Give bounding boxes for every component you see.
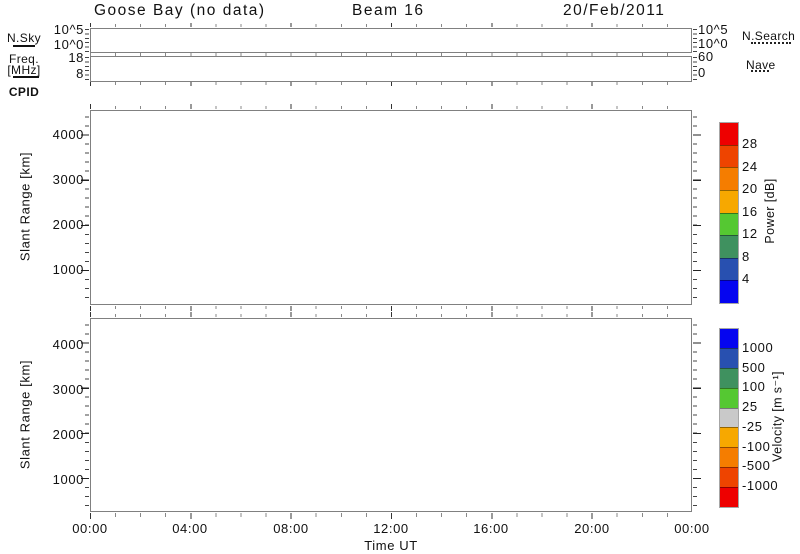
power-panel — [90, 110, 692, 305]
noise-left-tick-top: 10^5 — [53, 22, 84, 37]
velocity-colorbar-segment — [720, 367, 738, 388]
noise-right-tick-top: 10^5 — [698, 22, 729, 37]
date-label: 20/Feb/2011 — [563, 2, 666, 19]
velocity-cb-tick-25: 25 — [742, 399, 758, 414]
power-colorbar-segment — [720, 167, 738, 190]
velocity-colorbar-segment — [720, 387, 738, 408]
power-colorbar-segment — [720, 189, 738, 213]
velocity-ytick-2000: 2000 — [52, 427, 84, 442]
x-axis-title: Time UT — [364, 538, 418, 553]
xtick-0800: 08:00 — [273, 521, 309, 536]
power-y-axis-title: Slant Range [km] — [17, 151, 33, 262]
power-colorbar-title: Power [dB] — [763, 178, 777, 244]
beam-label: Beam 16 — [352, 2, 425, 19]
power-cb-tick-12: 12 — [742, 226, 758, 241]
bottom-axis-major-ticks — [90, 513, 692, 519]
noise-strip-right-ticks — [693, 29, 697, 52]
velocity-ytick-4000: 4000 — [52, 337, 84, 352]
velocity-colorbar-segment — [720, 467, 738, 488]
cpid-label: CPID — [8, 85, 40, 99]
velocity-ytick-1000: 1000 — [52, 472, 84, 487]
xtick-2400: 00:00 — [674, 521, 710, 536]
nsearch-dotted-line-key — [751, 42, 791, 44]
power-cb-tick-24: 24 — [742, 159, 758, 174]
nsearch-legend-label: N.Search — [742, 29, 796, 43]
velocity-colorbar-segment — [720, 407, 738, 428]
velocity-cb-tick-neg500: -500 — [742, 458, 771, 473]
power-ytick-1000: 1000 — [52, 262, 84, 277]
velocity-colorbar-segment — [720, 329, 738, 348]
power-panel-bottom-major-ticks — [90, 306, 692, 311]
velocity-cb-tick-100: 100 — [742, 379, 766, 394]
power-ytick-2000: 2000 — [52, 217, 84, 232]
velocity-colorbar-segment — [720, 427, 738, 448]
page-title: Goose Bay (no data) — [94, 2, 266, 19]
freq-right-tick-top: 60 — [698, 49, 714, 64]
velocity-panel — [90, 318, 692, 512]
velocity-cb-tick-neg25: -25 — [742, 419, 763, 434]
power-cb-tick-16: 16 — [742, 204, 758, 219]
velocity-cb-tick-500: 500 — [742, 360, 766, 375]
freq-strip-bottom-major-ticks — [90, 82, 692, 86]
noise-strip-top-major-ticks — [90, 23, 692, 27]
power-colorbar-segment — [720, 212, 738, 236]
freq-strip-left-ticks — [85, 57, 89, 81]
power-ytick-4000: 4000 — [52, 127, 84, 142]
superdarn-summary-plot: Goose Bay (no data) Beam 16 20/Feb/2011 … — [0, 0, 800, 554]
power-colorbar-segment — [720, 123, 738, 145]
power-colorbar-segment — [720, 280, 738, 303]
velocity-panel-top-major-ticks — [90, 312, 692, 317]
nsky-solid-line-key — [13, 45, 35, 47]
velocity-right-major-ticks — [693, 318, 701, 512]
xtick-1200: 12:00 — [373, 521, 409, 536]
velocity-colorbar-segment — [720, 347, 738, 368]
freq-left-tick-bottom: 8 — [76, 66, 84, 81]
freq-solid-line-key — [13, 76, 39, 78]
power-cb-tick-20: 20 — [742, 181, 758, 196]
power-cb-tick-4: 4 — [742, 271, 750, 286]
velocity-colorbar-segment — [720, 487, 738, 508]
xtick-0000: 00:00 — [72, 521, 108, 536]
freq-left-tick-top: 18 — [68, 50, 84, 65]
nave-dotted-line-key — [751, 70, 769, 72]
xtick-2000: 20:00 — [574, 521, 610, 536]
velocity-ytick-3000: 3000 — [52, 382, 84, 397]
noise-strip-panel — [90, 28, 692, 53]
power-right-major-ticks — [693, 110, 701, 305]
power-panel-top-major-ticks — [90, 104, 692, 109]
xtick-1600: 16:00 — [473, 521, 509, 536]
noise-strip-bottom-minor-ticks — [90, 53, 692, 56]
freq-right-tick-bottom: 0 — [698, 65, 706, 80]
velocity-colorbar-title: Velocity [m s⁻¹] — [770, 371, 785, 462]
noise-strip-left-ticks — [85, 29, 89, 52]
velocity-y-axis-title: Slant Range [km] — [17, 359, 33, 470]
velocity-colorbar — [719, 328, 739, 508]
power-colorbar-segment — [720, 257, 738, 281]
power-cb-tick-8: 8 — [742, 249, 750, 264]
power-cb-tick-28: 28 — [742, 136, 758, 151]
power-ytick-3000: 3000 — [52, 172, 84, 187]
xtick-0400: 04:00 — [172, 521, 208, 536]
power-colorbar-segment — [720, 144, 738, 168]
freq-strip-panel — [90, 56, 692, 82]
velocity-colorbar-segment — [720, 447, 738, 468]
power-colorbar — [719, 122, 739, 304]
power-colorbar-segment — [720, 235, 738, 258]
freq-strip-right-ticks — [693, 57, 697, 81]
velocity-cb-tick-neg100: -100 — [742, 439, 771, 454]
